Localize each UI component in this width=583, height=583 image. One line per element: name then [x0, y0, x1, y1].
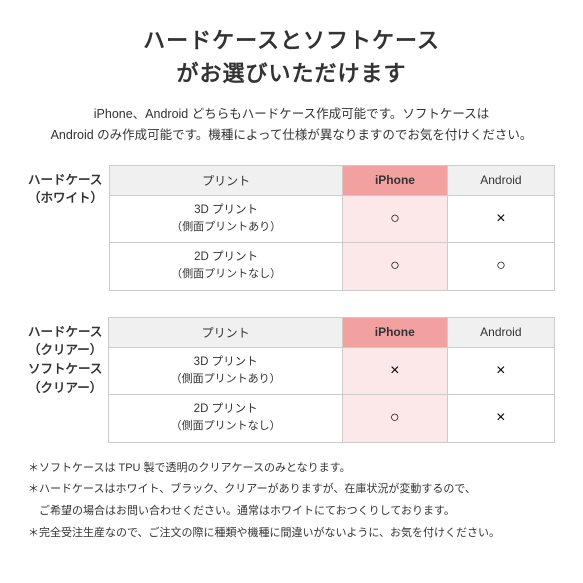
table-row: 2D プリント（側面プリントなし） ○ ○: [110, 243, 555, 291]
section2-table: プリント iPhone Android 3D プリント（側面プリントあり） × …: [108, 317, 555, 443]
notes-section: ＊ソフトケースは TPU 製で透明のクリアケースのみとなります。＊ハードケースは…: [28, 459, 555, 544]
section1-row-label: ハードケース （ホワイト）: [28, 165, 109, 209]
cell-android: ○: [447, 243, 554, 291]
table-row: 3D プリント（側面プリントあり） × ×: [109, 347, 555, 395]
section2: ハードケース （クリアー） ソフトケース （クリアー） プリント iPhone …: [28, 317, 555, 443]
cell-android: ×: [447, 347, 554, 395]
table-row: 3D プリント（側面プリントあり） ○ ×: [110, 195, 555, 243]
title-line1: ハードケースとソフトケース: [28, 24, 555, 57]
cell-iphone: ○: [343, 243, 448, 291]
col2-header-iphone: iPhone: [342, 317, 447, 347]
cell-iphone: ○: [343, 195, 448, 243]
cell-label: 2D プリント（側面プリントなし）: [110, 243, 343, 291]
subtitle-text: iPhone、Android どちらもハードケース作成可能です。ソフトケースはA…: [28, 104, 555, 147]
section1: ハードケース （ホワイト） プリント iPhone Android 3D プリン…: [28, 165, 555, 291]
note-item: ＊ソフトケースは TPU 製で透明のクリアケースのみとなります。: [28, 459, 555, 479]
col-header-android: Android: [447, 165, 554, 195]
note-item: ご希望の場合はお問い合わせください。通常はホワイトにておつくりしております。: [28, 502, 555, 522]
col2-header-print: プリント: [109, 317, 342, 347]
section2-table-wrapper: ハードケース （クリアー） ソフトケース （クリアー） プリント iPhone …: [28, 317, 555, 443]
cell-label: 3D プリント（側面プリントあり）: [110, 195, 343, 243]
col2-header-android: Android: [447, 317, 554, 347]
cell-label: 3D プリント（側面プリントあり）: [109, 347, 342, 395]
col-header-iphone: iPhone: [343, 165, 448, 195]
cell-android: ×: [447, 195, 554, 243]
main-title: ハードケースとソフトケース がお選びいただけます: [28, 24, 555, 90]
cell-iphone: ○: [342, 395, 447, 443]
cell-iphone: ×: [342, 347, 447, 395]
col-header-print: プリント: [110, 165, 343, 195]
section2-row-label: ハードケース （クリアー） ソフトケース （クリアー）: [28, 317, 108, 398]
section1-table-wrapper: ハードケース （ホワイト） プリント iPhone Android 3D プリン…: [28, 165, 555, 291]
title-line2: がお選びいただけます: [28, 57, 555, 90]
cell-label: 2D プリント（側面プリントなし）: [109, 395, 342, 443]
section1-table: プリント iPhone Android 3D プリント（側面プリントあり） ○ …: [109, 165, 555, 291]
table-row: 2D プリント（側面プリントなし） ○ ×: [109, 395, 555, 443]
note-item: ＊完全受注生産なので、ご注文の際に種類や機種に間違いがないように、お気を付けくだ…: [28, 524, 555, 544]
note-item: ＊ハードケースはホワイト、ブラック、クリアーがありますが、在庫状況が変動するので…: [28, 480, 555, 500]
cell-android: ×: [447, 395, 554, 443]
